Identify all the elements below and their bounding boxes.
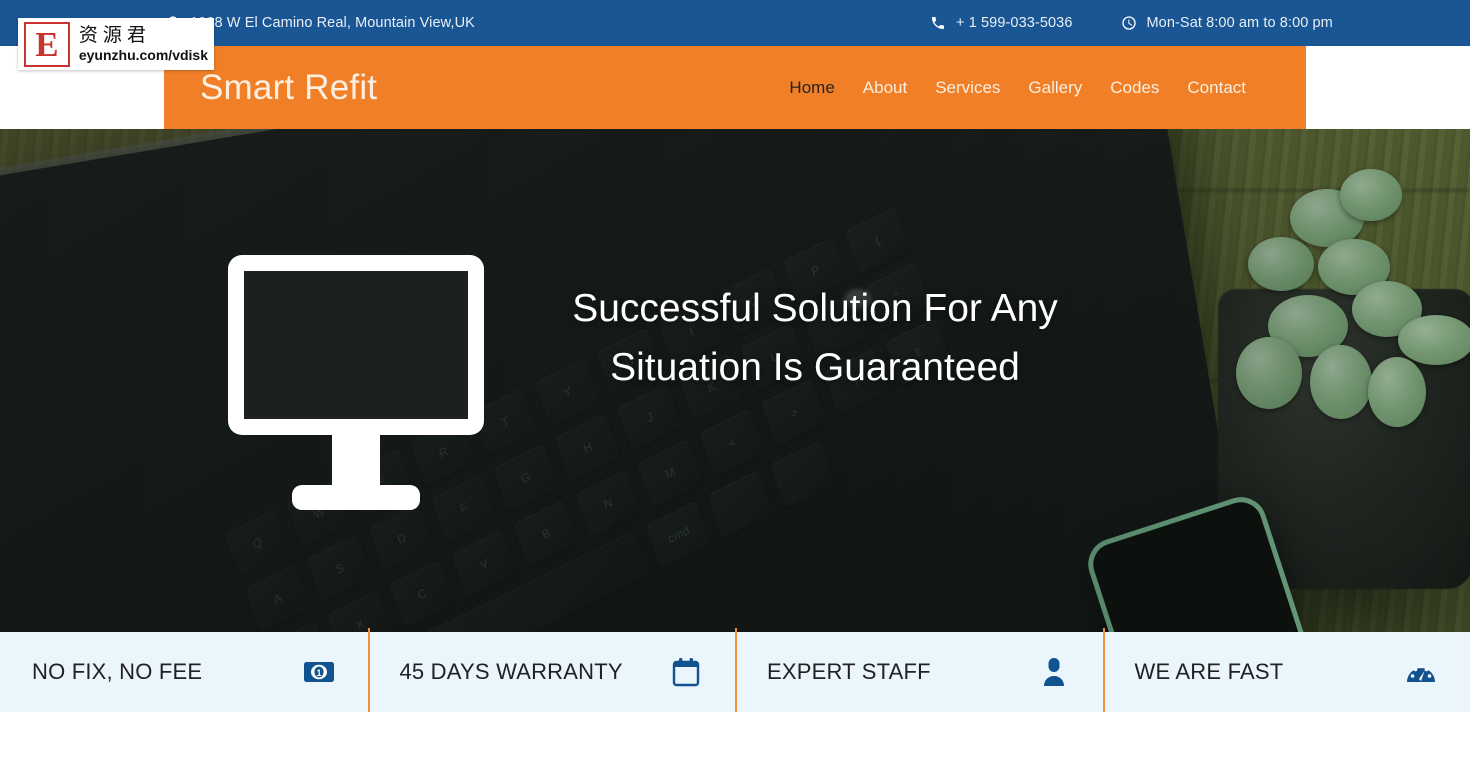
- phone-group[interactable]: + 1 599-033-5036: [930, 15, 1073, 31]
- nav-item-contact[interactable]: Contact: [1173, 76, 1260, 100]
- topbar-contact-group: + 1 599-033-5036 Mon-Sat 8:00 am to 8:00…: [930, 15, 1333, 31]
- hours-text: Mon-Sat 8:00 am to 8:00 pm: [1146, 15, 1333, 31]
- watermark-logo-letter: E: [24, 21, 70, 67]
- desktop-monitor-icon: [228, 255, 484, 510]
- phone-icon: [930, 15, 946, 31]
- page-body-below-fold: [0, 712, 1470, 780]
- nav-item-home[interactable]: Home: [775, 76, 848, 100]
- watermark-url: eyunzhu.com/vdisk: [78, 47, 208, 63]
- nav-item-codes[interactable]: Codes: [1096, 76, 1173, 100]
- top-info-bar: 1008 W El Camino Real, Mountain View,UK …: [0, 0, 1470, 46]
- watermark-text-group: 资源君 eyunzhu.com/vdisk: [79, 24, 208, 64]
- tachometer-icon: [1405, 656, 1437, 688]
- hours-group: Mon-Sat 8:00 am to 8:00 pm: [1121, 15, 1333, 31]
- feature-label: 45 DAYS WARRANTY: [399, 659, 623, 684]
- feature-label: EXPERT STAFF: [767, 659, 931, 684]
- feature-label: NO FIX, NO FEE: [32, 659, 203, 684]
- address-text: 1008 W El Camino Real, Mountain View,UK: [190, 15, 475, 31]
- money-bill-icon: 1: [303, 656, 335, 688]
- clock-icon: [1121, 15, 1137, 31]
- watermark-overlay: E 资源君 eyunzhu.com/vdisk: [18, 18, 214, 70]
- hero-headline: Successful Solution For Any Situation Is…: [572, 287, 1058, 389]
- brand-title[interactable]: Smart Refit: [200, 68, 377, 108]
- feature-bar: NO FIX, NO FEE 1 45 DAYS WARRANTY EXPERT…: [0, 628, 1470, 716]
- watermark-chinese-text: 资源君: [78, 24, 151, 46]
- calendar-icon: [670, 656, 702, 688]
- main-navigation: Home About Services Gallery Codes Contac…: [775, 76, 1260, 100]
- hero-section: QWERTYUIOP{ ASDFGHJKL:" ZXCVBNM<>?⇧ altc…: [0, 129, 1470, 632]
- nav-item-services[interactable]: Services: [921, 76, 1014, 100]
- nav-item-gallery[interactable]: Gallery: [1014, 76, 1096, 100]
- user-icon: [1038, 656, 1070, 688]
- feature-item-warranty[interactable]: 45 DAYS WARRANTY: [367, 628, 736, 716]
- phone-text: + 1 599-033-5036: [956, 15, 1073, 31]
- page-root: 1008 W El Camino Real, Mountain View,UK …: [0, 0, 1470, 780]
- nav-item-about[interactable]: About: [849, 76, 921, 100]
- svg-text:1: 1: [316, 668, 321, 678]
- feature-item-expert-staff[interactable]: EXPERT STAFF: [735, 628, 1103, 716]
- feature-item-we-are-fast[interactable]: WE ARE FAST: [1102, 628, 1470, 716]
- feature-item-no-fix-no-fee[interactable]: NO FIX, NO FEE 1: [0, 632, 368, 712]
- feature-label: WE ARE FAST: [1134, 659, 1284, 684]
- site-header: Smart Refit Home About Services Gallery …: [164, 46, 1306, 129]
